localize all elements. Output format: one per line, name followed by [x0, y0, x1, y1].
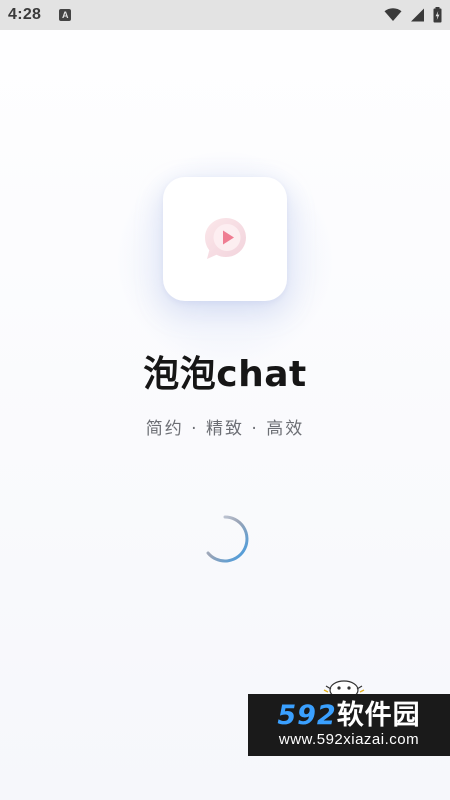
watermark-banner: 592软件园 www.592xiazai.com: [248, 694, 450, 756]
app-slogan: 简约 · 精致 · 高效: [145, 419, 305, 439]
watermark-brand-text: 软件园: [336, 700, 421, 731]
status-time: 4:28: [8, 6, 42, 23]
notification-badge-label: A: [61, 10, 69, 20]
status-icons: [384, 7, 442, 23]
play-chat-bubble-icon: [205, 218, 246, 259]
loading-spinner: [206, 515, 249, 563]
wifi-icon: [384, 8, 402, 21]
app-title: 泡泡chat: [143, 354, 307, 395]
cellular-signal-icon: [411, 8, 424, 22]
battery-icon: [433, 7, 442, 23]
watermark-brand-digits: 592: [277, 700, 337, 731]
watermark-brand: 592软件园: [277, 701, 420, 731]
status-bar: 4:28 A: [0, 0, 450, 30]
notification-app-icon: A: [59, 9, 72, 21]
app-logo: [163, 177, 287, 301]
watermark-url: www.592xiazai.com: [278, 731, 420, 748]
